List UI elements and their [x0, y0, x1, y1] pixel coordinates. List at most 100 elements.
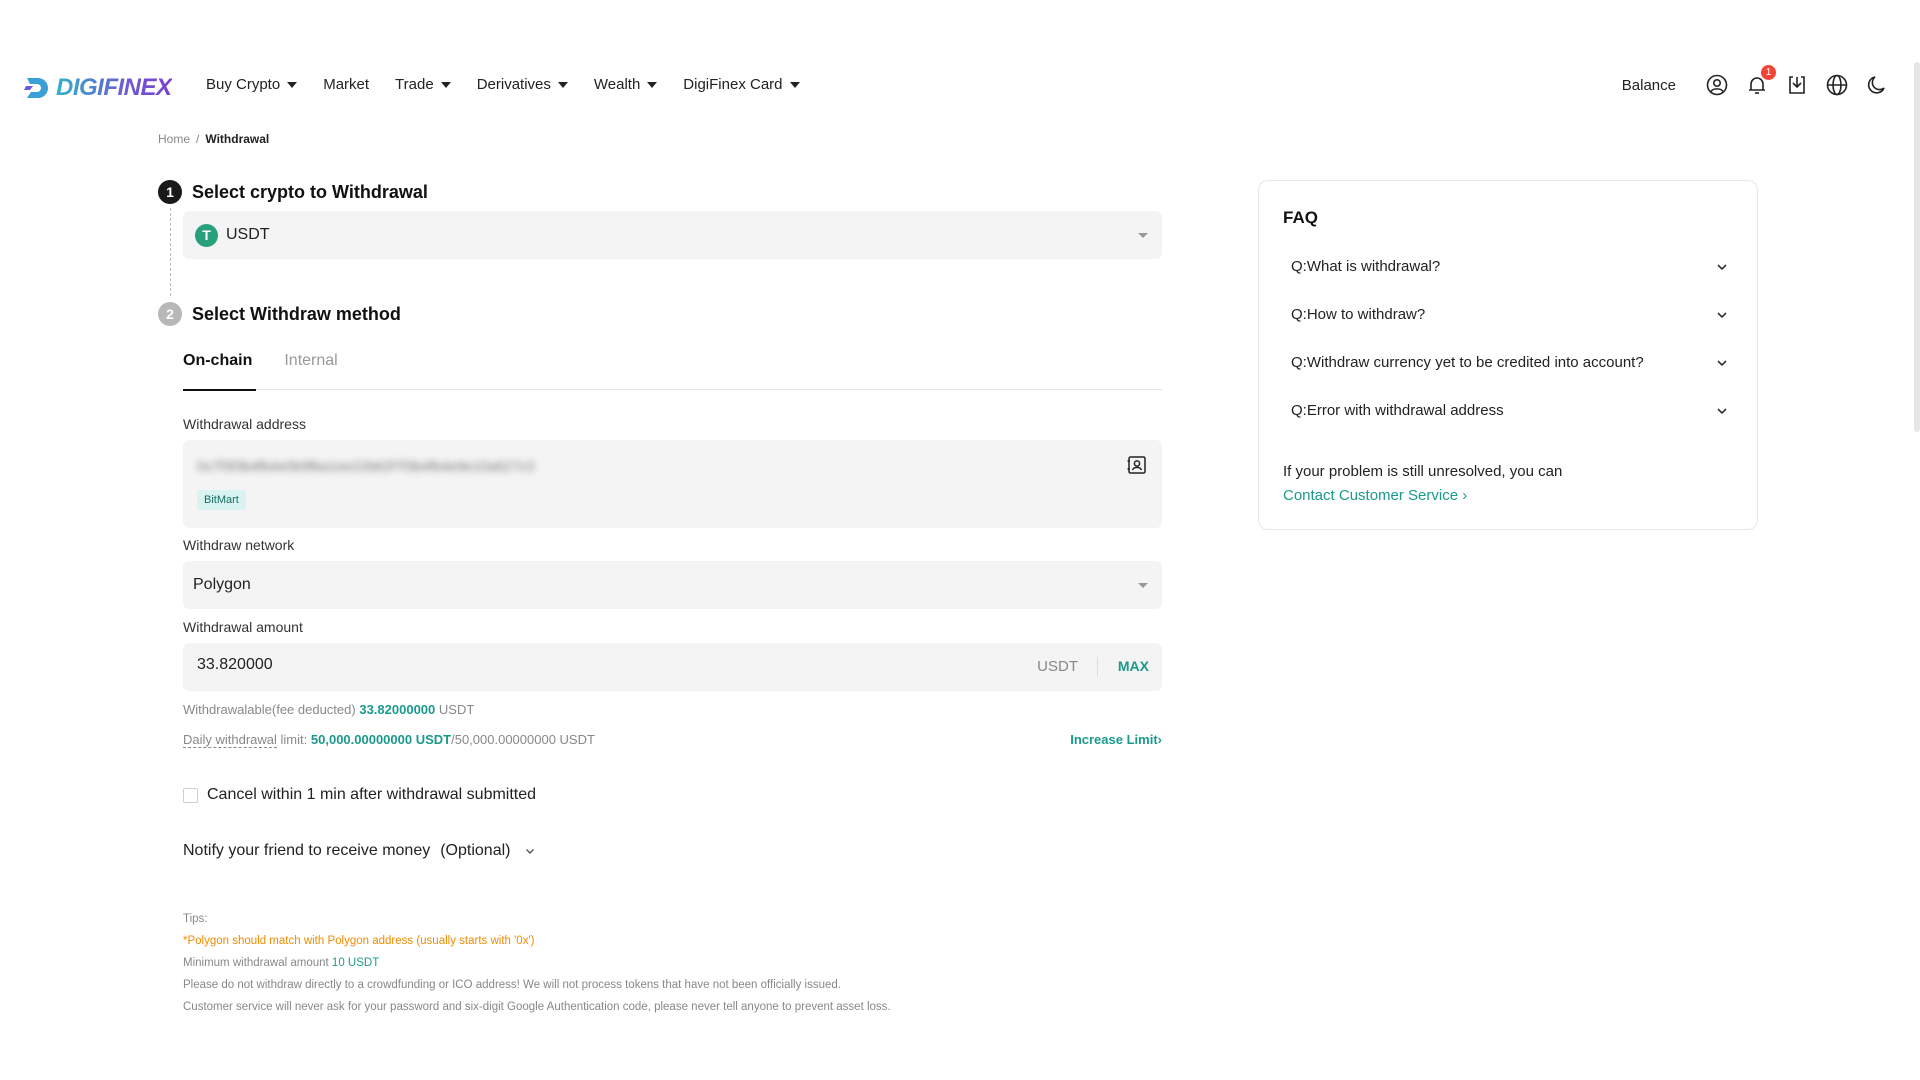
caret-down-icon: [557, 81, 568, 88]
step-connector: [170, 208, 171, 296]
logo-mark-icon: [24, 78, 48, 98]
notification-badge: 1: [1761, 65, 1776, 80]
globe-icon[interactable]: [1824, 72, 1850, 98]
network-select[interactable]: Polygon: [183, 561, 1162, 609]
nav-item-label: Market: [323, 76, 370, 93]
withdrawable-unit: USDT: [438, 702, 475, 717]
faq-item[interactable]: Q:What is withdrawal?: [1291, 258, 1729, 275]
tether-icon: T: [195, 223, 218, 247]
step-2-label: Select Withdraw method: [192, 303, 401, 324]
tips-crowdfunding: Please do not withdraw directly to a cro…: [183, 979, 841, 991]
amount-label: Withdrawal amount: [183, 619, 303, 635]
step-1-number: 1: [158, 180, 182, 204]
cancel-checkbox[interactable]: [183, 787, 198, 803]
increase-limit-link[interactable]: Increase Limit›: [1070, 732, 1162, 747]
tips-security: Customer service will never ask for your…: [183, 1001, 891, 1013]
amount-divider: [1097, 657, 1098, 677]
tab-on-chain[interactable]: On-chain: [183, 346, 257, 391]
step-2-title: 2 Select Withdraw method: [158, 302, 401, 326]
step-1-title: 1 Select crypto to Withdrawal: [158, 180, 428, 204]
faq-footer: If your problem is still unresolved, you…: [1283, 460, 1562, 508]
nav-item-trade[interactable]: Trade: [395, 76, 451, 93]
daily-limit-word: limit:: [276, 732, 308, 747]
page-scrollbar[interactable]: [1914, 62, 1920, 432]
faq-question: Q:What is withdrawal?: [1291, 258, 1441, 275]
chevron-down-icon: [1717, 263, 1727, 270]
moon-icon[interactable]: [1864, 72, 1890, 98]
coin-select-value: USDT: [226, 226, 270, 243]
chevron-down-icon: [1717, 311, 1727, 318]
withdrawable-label: Withdrawalable(fee deducted): [183, 702, 356, 717]
nav-item-label: Derivatives: [476, 76, 551, 93]
nav-item-wealth[interactable]: Wealth: [593, 76, 658, 93]
tips-heading: Tips:: [183, 913, 208, 925]
caret-down-icon: [647, 81, 658, 88]
notify-friend-toggle[interactable]: Notify your friend to receive money (Opt…: [183, 842, 536, 860]
breadcrumb-home[interactable]: Home: [158, 132, 190, 146]
withdrawal-address-field[interactable]: 0x7f3f3b4fb4e0b9fba1ee22b82f7f3b4fb4e9e1…: [183, 440, 1162, 528]
amount-unit: USDT: [1037, 658, 1078, 675]
bell-icon[interactable]: 1: [1744, 65, 1776, 98]
withdrawal-amount-field: USDT MAX: [183, 643, 1162, 691]
chevron-down-icon: [1717, 359, 1727, 366]
breadcrumb-current: Withdrawal: [205, 132, 270, 146]
address-book-icon[interactable]: [1126, 454, 1148, 476]
withdrawable-value: 33.82000000: [359, 702, 436, 717]
nav-item-market[interactable]: Market: [323, 76, 369, 93]
digifinex-logo[interactable]: DIGIFINEX: [24, 74, 172, 102]
notify-label: Notify your friend to receive money: [183, 842, 431, 859]
cancel-option[interactable]: Cancel within 1 min after withdrawal sub…: [183, 786, 536, 804]
breadcrumb-separator: /: [196, 132, 200, 146]
download-icon[interactable]: [1784, 72, 1810, 98]
nav-item-digifinex-card[interactable]: DigiFinex Card: [683, 76, 800, 93]
dropdown-arrow-icon: [1138, 233, 1148, 238]
contact-customer-service-link[interactable]: Contact Customer Service ›: [1283, 484, 1562, 508]
dropdown-arrow-icon: [1138, 583, 1148, 588]
tab-internal[interactable]: Internal: [284, 346, 337, 390]
header-actions: Balance 1: [1622, 65, 1890, 98]
withdrawable-info: Withdrawalable(fee deducted) 33.82000000…: [183, 702, 474, 717]
address-label: Withdrawal address: [183, 416, 306, 432]
chevron-down-icon: [526, 849, 535, 854]
network-select-value: Polygon: [193, 576, 251, 593]
notify-optional: (Optional): [440, 842, 511, 859]
cancel-label: Cancel within 1 min after withdrawal sub…: [207, 786, 537, 803]
daily-used-value: 50,000.00000000 USDT: [310, 732, 452, 747]
top-header: DIGIFINEX Buy Crypto Market Trade Derivativ…: [0, 62, 1920, 112]
increase-limit-label: Increase Limit: [1070, 732, 1158, 747]
tips-network-warning: *Polygon should match with Polygon addre…: [183, 935, 535, 947]
amount-input[interactable]: [197, 656, 797, 674]
faq-title: FAQ: [1283, 208, 1318, 227]
tips-minimum-value: 10 USDT: [331, 957, 380, 969]
nav-item-label: Wealth: [593, 76, 641, 93]
faq-panel: FAQ Q:What is withdrawal? Q:How to withd…: [1258, 180, 1758, 530]
chevron-right-icon: ›: [1462, 487, 1468, 504]
contact-link-label: Contact Customer Service: [1283, 487, 1459, 504]
address-tag: BitMart: [197, 490, 246, 510]
coin-select[interactable]: T USDT: [183, 211, 1162, 259]
faq-item[interactable]: Q:Error with withdrawal address: [1291, 402, 1729, 419]
breadcrumb: Home / Withdrawal: [158, 132, 269, 146]
caret-down-icon: [789, 81, 800, 88]
daily-total-value: /50,000.00000000 USDT: [451, 732, 595, 747]
balance-link[interactable]: Balance: [1622, 77, 1676, 94]
caret-down-icon: [440, 81, 451, 88]
daily-withdrawal-link[interactable]: Daily withdrawal: [183, 732, 277, 748]
withdrawal-address-value: 0x7f3f3b4fb4e0b9fba1ee22b82f7f3b4fb4e9e1…: [197, 458, 535, 474]
chevron-down-icon: [1717, 407, 1727, 414]
faq-item[interactable]: Q:How to withdraw?: [1291, 306, 1729, 323]
nav-item-buy-crypto[interactable]: Buy Crypto: [206, 76, 298, 93]
faq-footer-text: If your problem is still unresolved, you…: [1283, 463, 1563, 480]
faq-question: Q:How to withdraw?: [1291, 306, 1426, 323]
daily-limit-info: Daily withdrawal limit: 50,000.00000000 …: [183, 732, 595, 748]
nav-item-label: Buy Crypto: [206, 76, 281, 93]
nav-item-derivatives[interactable]: Derivatives: [477, 76, 568, 93]
user-icon[interactable]: [1704, 72, 1730, 98]
faq-question: Q:Error with withdrawal address: [1291, 402, 1504, 419]
nav-item-label: Trade: [395, 76, 434, 93]
max-button[interactable]: MAX: [1118, 658, 1149, 674]
step-1-label: Select crypto to Withdrawal: [192, 181, 428, 202]
main-nav: Buy Crypto Market Trade Derivatives Wealth Di…: [206, 76, 826, 93]
nav-item-label: DigiFinex Card: [683, 76, 783, 93]
faq-item[interactable]: Q:Withdraw currency yet to be credited i…: [1291, 354, 1729, 371]
